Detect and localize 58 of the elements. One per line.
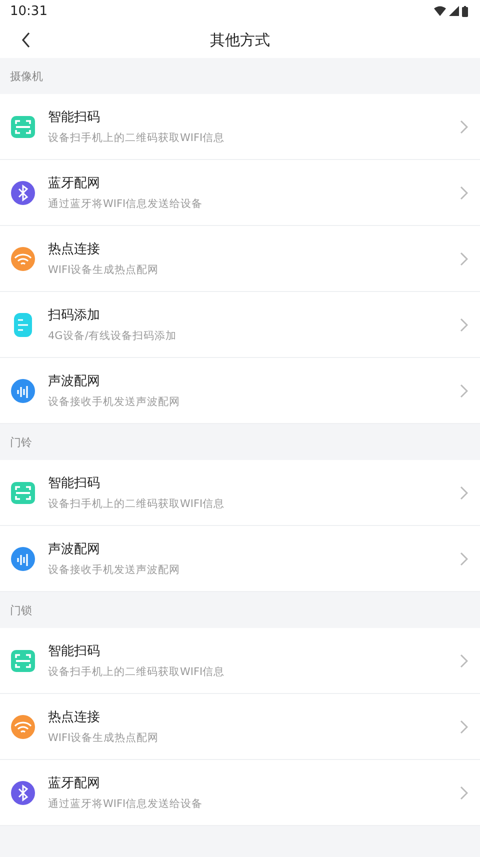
method-description: 设备扫手机上的二维码获取WIFI信息 (48, 131, 226, 145)
method-row[interactable]: 热点连接 WIFI设备生成热点配网 (0, 226, 480, 292)
method-description: WIFI设备生成热点配网 (48, 263, 160, 277)
chevron-icon (460, 318, 468, 332)
method-title: 智能扫码 (48, 475, 101, 492)
method-row[interactable]: 声波配网 设备接收手机发送声波配网 (0, 526, 480, 592)
method-description: 4G设备/有线设备扫码添加 (48, 329, 178, 343)
method-row[interactable]: 扫码添加 4G设备/有线设备扫码添加 (0, 292, 480, 358)
chevron-icon (460, 486, 468, 500)
section-title: 门锁 (10, 602, 32, 618)
method-row[interactable]: 智能扫码 设备扫手机上的二维码获取WIFI信息 (0, 628, 480, 694)
chevron-icon (460, 552, 468, 566)
method-description: 设备扫手机上的二维码获取WIFI信息 (48, 497, 226, 511)
chevron-icon (460, 252, 468, 266)
sound-wave-icon (10, 546, 36, 572)
chevron-icon (460, 786, 468, 800)
method-title: 智能扫码 (48, 109, 101, 126)
chevron-icon (460, 186, 468, 200)
section-title: 门铃 (10, 434, 32, 450)
hotspot-icon (10, 714, 36, 740)
signal-icon (449, 6, 459, 16)
method-title: 声波配网 (48, 373, 101, 390)
method-title: 蓝牙配网 (48, 775, 101, 792)
back-icon[interactable] (21, 32, 31, 48)
method-description: 设备扫手机上的二维码获取WIFI信息 (48, 665, 226, 679)
method-row[interactable]: 智能扫码 设备扫手机上的二维码获取WIFI信息 (0, 460, 480, 526)
method-row[interactable]: 热点连接 WIFI设备生成热点配网 (0, 694, 480, 760)
scan-icon (10, 480, 36, 506)
hotspot-icon (10, 246, 36, 272)
chevron-icon (460, 720, 468, 734)
section-title: 摄像机 (10, 68, 43, 84)
sound-wave-icon (10, 378, 36, 404)
wifi-icon (434, 6, 446, 16)
method-title: 智能扫码 (48, 643, 101, 660)
method-description: 通过蓝牙将WIFI信息发送给设备 (48, 197, 204, 211)
method-row[interactable]: 智能扫码 设备扫手机上的二维码获取WIFI信息 (0, 94, 480, 160)
battery-icon (462, 6, 468, 16)
method-description: 设备接收手机发送声波配网 (48, 395, 181, 409)
status-time: 10:31 (10, 4, 48, 18)
method-title: 扫码添加 (48, 307, 101, 324)
method-title: 热点连接 (48, 241, 101, 258)
method-title: 热点连接 (48, 709, 101, 726)
method-description: 设备接收手机发送声波配网 (48, 563, 181, 577)
method-title: 蓝牙配网 (48, 175, 101, 192)
chevron-icon (460, 120, 468, 134)
bluetooth-icon (10, 180, 36, 206)
scan-icon (10, 114, 36, 140)
chevron-icon (460, 654, 468, 668)
method-description: 通过蓝牙将WIFI信息发送给设备 (48, 797, 204, 811)
bluetooth-icon (10, 780, 36, 806)
method-row[interactable]: 蓝牙配网 通过蓝牙将WIFI信息发送给设备 (0, 160, 480, 226)
method-description: WIFI设备生成热点配网 (48, 731, 160, 745)
chevron-icon (460, 384, 468, 398)
method-title: 声波配网 (48, 541, 101, 558)
page-title: 其他方式 (210, 30, 270, 50)
method-row[interactable]: 声波配网 设备接收手机发送声波配网 (0, 358, 480, 424)
method-row[interactable]: 蓝牙配网 通过蓝牙将WIFI信息发送给设备 (0, 760, 480, 826)
scan-icon (10, 648, 36, 674)
